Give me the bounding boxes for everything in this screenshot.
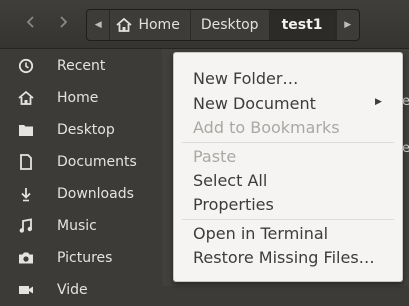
triangle-left-icon: ◀ <box>94 20 102 30</box>
folder-icon <box>17 121 35 139</box>
document-icon <box>17 153 35 171</box>
sidebar-item-label: Recent <box>57 58 106 74</box>
sidebar-item-label: Pictures <box>57 250 113 266</box>
sidebar-item-label: Vide <box>57 282 88 298</box>
background-fragment: e <box>402 94 409 109</box>
menu-item-select-all[interactable]: Select All <box>193 169 267 191</box>
header-bar: ◀ Home Desktop test1 ▶ <box>0 0 409 49</box>
menu-separator <box>182 219 394 220</box>
sidebar-item-desktop[interactable]: Desktop <box>0 114 162 146</box>
sidebar-item-label: Desktop <box>57 122 115 138</box>
sidebar-item-videos[interactable]: Vide <box>0 274 162 306</box>
triangle-right-icon: ▶ <box>344 20 352 30</box>
music-icon <box>17 217 35 235</box>
camera-icon <box>17 249 35 267</box>
sidebar-item-pictures[interactable]: Pictures <box>0 242 162 274</box>
breadcrumb-label: test1 <box>281 17 323 33</box>
home-icon <box>116 18 133 32</box>
menu-item-open-in-terminal[interactable]: Open in Terminal <box>193 222 328 244</box>
sidebar-item-downloads[interactable]: Downloads <box>0 178 162 210</box>
breadcrumb-home[interactable]: Home <box>110 10 191 40</box>
clock-icon <box>17 57 35 75</box>
breadcrumb-label: Desktop <box>200 17 259 33</box>
breadcrumb-desktop[interactable]: Desktop <box>191 10 270 40</box>
forward-button[interactable] <box>46 10 80 38</box>
breadcrumb: ◀ Home Desktop test1 ▶ <box>86 9 360 41</box>
menu-item-properties[interactable]: Properties <box>193 193 274 215</box>
menu-item-paste: Paste <box>193 146 237 166</box>
sidebar-item-documents[interactable]: Documents <box>0 146 162 178</box>
sidebar-item-label: Music <box>57 218 97 234</box>
sidebar-item-label: Documents <box>57 154 137 170</box>
menu-item-add-to-bookmarks: Add to Bookmarks <box>193 117 340 137</box>
context-menu: New Folder… New Document ▶ Add to Bookma… <box>173 52 403 282</box>
breadcrumb-scroll-right-button[interactable]: ▶ <box>335 10 359 40</box>
sidebar-item-music[interactable]: Music <box>0 210 162 242</box>
sidebar-item-home[interactable]: Home <box>0 82 162 114</box>
menu-separator <box>182 142 394 143</box>
download-icon <box>17 185 35 203</box>
menu-item-new-folder[interactable]: New Folder… <box>193 67 298 89</box>
breadcrumb-label: Home <box>138 17 180 33</box>
chevron-right-icon <box>58 15 68 33</box>
back-button[interactable] <box>14 10 48 38</box>
breadcrumb-test1[interactable]: test1 <box>269 10 336 40</box>
breadcrumb-scroll-left-button[interactable]: ◀ <box>87 10 111 40</box>
sidebar-item-label: Downloads <box>57 186 134 202</box>
menu-item-restore-missing-files[interactable]: Restore Missing Files… <box>193 246 375 268</box>
home-icon <box>17 89 35 107</box>
sidebar-item-label: Home <box>57 90 99 106</box>
background-fragment: e <box>402 141 409 156</box>
submenu-arrow-icon: ▶ <box>375 97 382 107</box>
video-icon <box>17 281 35 299</box>
menu-item-new-document[interactable]: New Document <box>193 92 316 114</box>
sidebar: Recent Home Desktop Documents Downloads … <box>0 49 162 298</box>
chevron-left-icon <box>26 15 36 33</box>
sidebar-item-recent[interactable]: Recent <box>0 50 162 82</box>
